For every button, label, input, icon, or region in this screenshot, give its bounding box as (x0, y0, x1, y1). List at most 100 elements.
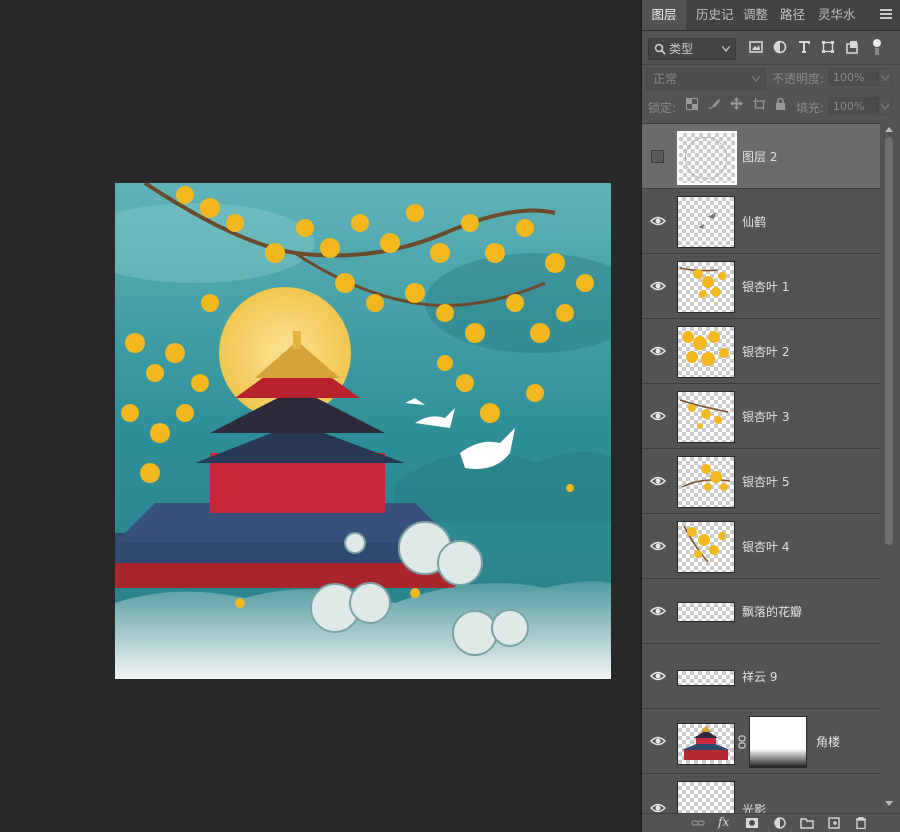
layer-row[interactable]: 飘落的花瓣 (642, 579, 880, 644)
eye-icon[interactable] (650, 540, 666, 552)
layers-scrollbar[interactable] (882, 123, 896, 813)
mask-gradient (750, 749, 806, 767)
filter-label: 类型 (669, 42, 694, 56)
layer-row[interactable]: 图层 2 (642, 124, 880, 189)
layer-thumbnail[interactable] (677, 456, 735, 508)
layer-thumbnail[interactable] (677, 196, 735, 248)
layer-name[interactable]: 银杏叶 1 (742, 278, 789, 295)
visibility-toggle[interactable] (651, 150, 664, 163)
layer-thumbnail[interactable] (677, 670, 735, 686)
ginkgo-thumbnail-art (683, 525, 726, 563)
opacity-slider-toggle[interactable] (878, 68, 892, 86)
layer-name[interactable]: 祥云 9 (742, 668, 777, 685)
layer-row[interactable]: 银杏叶 1 (642, 254, 880, 319)
eye-icon[interactable] (650, 215, 666, 227)
tab-paths[interactable]: 路径 (780, 0, 805, 30)
layer-name[interactable]: 银杏叶 2 (742, 343, 789, 360)
tab-history[interactable]: 历史记 (696, 0, 734, 30)
layer-filter-select[interactable]: 类型 (648, 38, 736, 60)
layer-thumbnail[interactable] (677, 521, 735, 573)
tab-adjustments[interactable]: 调整 (743, 0, 768, 30)
tab-plugin[interactable]: 灵华水 (818, 0, 856, 30)
layer-thumbnail[interactable] (677, 723, 735, 765)
scroll-down-icon[interactable] (885, 801, 893, 806)
eye-icon[interactable] (650, 410, 666, 422)
fx-icon[interactable]: fx (718, 815, 729, 829)
layer-thumbnail[interactable] (677, 781, 735, 814)
lock-artboard-icon[interactable] (753, 98, 766, 110)
thumb-circle-shape (685, 137, 727, 179)
layer-thumbnail[interactable] (677, 326, 735, 378)
fill-field[interactable]: 100% (828, 97, 878, 115)
image-filter-icon[interactable] (749, 40, 763, 54)
layers-list[interactable]: 图层 2 仙鹤 银杏叶 1 银杏叶 2 银杏叶 3 银杏叶 5 银杏叶 4 飘落… (642, 123, 880, 814)
tab-layers[interactable]: 图层 (642, 0, 686, 30)
delete-icon[interactable] (854, 817, 868, 829)
opacity-label: 不透明度: (772, 72, 825, 86)
layer-row[interactable]: 银杏叶 3 (642, 384, 880, 449)
eye-icon[interactable] (650, 280, 666, 292)
type-filter-icon[interactable] (797, 40, 811, 54)
layer-row[interactable]: 银杏叶 2 (642, 319, 880, 384)
opacity-value: 100% (833, 71, 865, 84)
row-divider (642, 64, 900, 65)
hamburger-menu-icon[interactable] (880, 9, 892, 19)
layer-row[interactable]: 仙鹤 (642, 189, 880, 254)
document-workspace[interactable] (0, 0, 641, 831)
eye-icon[interactable] (650, 475, 666, 487)
eye-icon[interactable] (650, 605, 666, 617)
layer-thumbnail[interactable] (677, 131, 737, 185)
new-group-icon[interactable] (800, 817, 814, 829)
layer-row[interactable]: 银杏叶 5 (642, 449, 880, 514)
layer-name[interactable]: 银杏叶 4 (742, 538, 789, 555)
filter-toggle-icon[interactable] (873, 39, 881, 55)
lock-image-icon[interactable] (708, 98, 720, 110)
new-layer-icon[interactable] (827, 817, 841, 829)
layer-name[interactable]: 银杏叶 3 (742, 408, 789, 425)
link-layers-icon[interactable] (691, 817, 705, 829)
eye-icon[interactable] (650, 735, 666, 747)
layer-row[interactable]: 银杏叶 4 (642, 514, 880, 579)
shape-filter-icon[interactable] (821, 40, 835, 54)
adjustment-filter-icon[interactable] (773, 40, 787, 54)
layer-mask-thumbnail[interactable] (749, 716, 807, 768)
document-canvas[interactable] (115, 183, 611, 679)
smart-object-filter-icon[interactable] (845, 40, 859, 54)
opacity-field[interactable]: 100% (828, 68, 878, 86)
scroll-thumb[interactable] (885, 137, 893, 545)
lock-label: 锁定: (648, 101, 677, 115)
palace-thumbnail-art (682, 726, 730, 760)
lock-all-icon[interactable] (775, 97, 786, 110)
layer-name[interactable]: 飘落的花瓣 (742, 603, 802, 620)
layer-row[interactable]: 光影 (642, 774, 880, 814)
mask-link-icon[interactable] (738, 735, 746, 749)
layers-footer: fx (642, 813, 900, 832)
blend-mode-value: 正常 (653, 72, 678, 86)
eye-icon[interactable] (650, 345, 666, 357)
scroll-up-icon[interactable] (885, 127, 893, 132)
layer-name[interactable]: 角楼 (816, 733, 840, 750)
new-adjustment-icon[interactable] (773, 817, 787, 829)
fill-value: 100% (833, 100, 865, 113)
layer-row[interactable]: 祥云 9 (642, 644, 880, 709)
layer-row[interactable]: 角楼 (642, 709, 880, 774)
eye-icon[interactable] (650, 670, 666, 682)
ginkgo-thumbnail-art (681, 464, 731, 491)
lock-transparent-icon[interactable] (686, 98, 698, 110)
crane-thumbnail-art (698, 212, 716, 229)
layer-thumbnail[interactable] (677, 602, 735, 622)
add-mask-icon[interactable] (745, 817, 759, 829)
ginkgo-thumbnail-art (682, 331, 729, 366)
layer-thumbnail[interactable] (677, 261, 735, 313)
chevron-down-icon (881, 75, 889, 81)
layer-name[interactable]: 图层 2 (742, 148, 777, 165)
ginkgo-thumbnail-art (679, 399, 729, 429)
fill-slider-toggle[interactable] (878, 97, 892, 115)
layer-name[interactable]: 仙鹤 (742, 213, 766, 230)
lock-position-icon[interactable] (730, 97, 743, 110)
panel-tabbar: 图层 历史记 调整 路径 灵华水 (642, 0, 900, 31)
blend-mode-select[interactable]: 正常 (646, 68, 766, 90)
layer-thumbnail[interactable] (677, 391, 735, 443)
layer-name[interactable]: 银杏叶 5 (742, 473, 789, 490)
chevron-down-icon (722, 46, 730, 52)
